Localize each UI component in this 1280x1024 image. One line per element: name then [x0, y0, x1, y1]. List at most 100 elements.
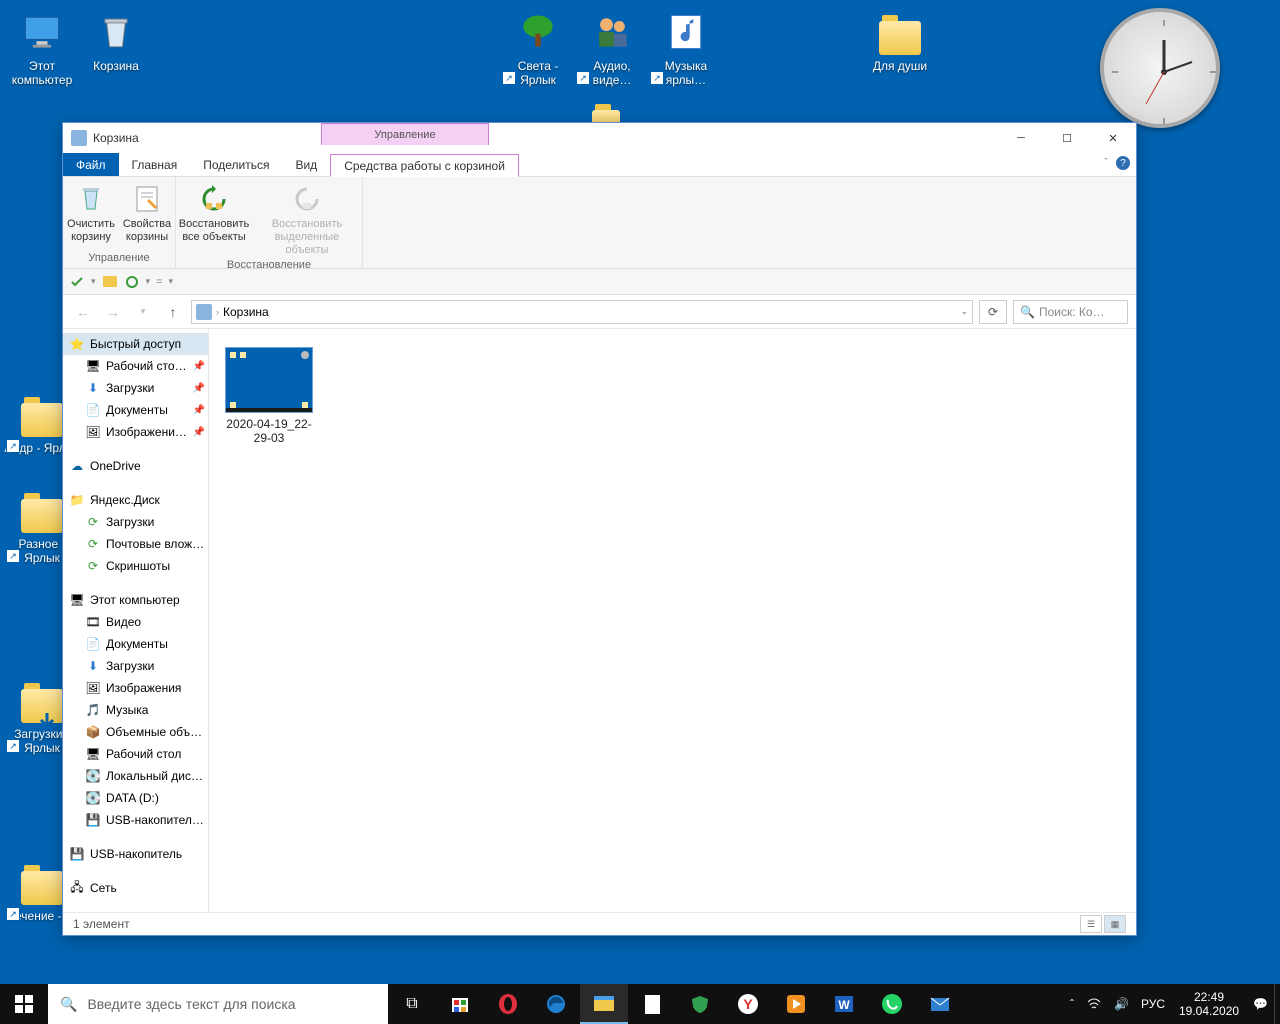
- taskbar-app-yandex[interactable]: Y: [724, 984, 772, 1024]
- quick-access-toolbar: ▾ ▾ = ▾: [63, 269, 1136, 295]
- taskbar-app-store[interactable]: [436, 984, 484, 1024]
- desktop-icon-sveta[interactable]: ↗ Света - Ярлык: [500, 8, 576, 87]
- tree-this-pc[interactable]: 🖥Этот компьютер: [63, 589, 208, 611]
- start-button[interactable]: [0, 984, 48, 1024]
- tree-item[interactable]: 📄Документы: [63, 633, 208, 655]
- tree-onedrive[interactable]: ☁OneDrive: [63, 455, 208, 477]
- tree-item[interactable]: 💽DATA (D:): [63, 787, 208, 809]
- tree-network[interactable]: 🖧Сеть: [63, 877, 208, 899]
- empty-recycle-bin-button[interactable]: Очистить корзину: [63, 177, 119, 250]
- address-dropdown-button[interactable]: ⌄: [960, 306, 968, 317]
- tree-item[interactable]: ⟳Скриншоты: [63, 555, 208, 577]
- taskbar-app-whatsapp[interactable]: [868, 984, 916, 1024]
- tree-yandex-disk[interactable]: 📁Яндекс.Диск: [63, 489, 208, 511]
- tree-usb-drive[interactable]: 💾USB-накопитель: [63, 843, 208, 865]
- breadcrumb-item[interactable]: Корзина: [223, 305, 269, 319]
- tree-item[interactable]: 💽Локальный дис…: [63, 765, 208, 787]
- tree-item[interactable]: 🖼Изображения: [63, 677, 208, 699]
- task-view-button[interactable]: ⧉: [388, 984, 436, 1024]
- refresh-button[interactable]: ⟳: [979, 300, 1007, 324]
- drive-icon: 💽: [85, 768, 101, 784]
- tray-wifi-icon[interactable]: [1080, 984, 1108, 1024]
- tree-item[interactable]: 🖼Изображени…📌: [63, 421, 208, 443]
- status-item-count: 1 элемент: [73, 917, 130, 931]
- tree-item[interactable]: 🖥Рабочий стол: [63, 743, 208, 765]
- tree-item[interactable]: ⬇Загрузки: [63, 655, 208, 677]
- help-button[interactable]: ?: [1116, 156, 1130, 170]
- tree-item[interactable]: ⟳Почтовые влож…: [63, 533, 208, 555]
- nav-back-button[interactable]: ←: [71, 300, 95, 324]
- restore-selected-icon: [291, 183, 323, 215]
- tree-item[interactable]: 🎞Видео: [63, 611, 208, 633]
- desktop-icon-audio-video[interactable]: ↗ Аудио, виде…: [574, 8, 650, 87]
- maximize-button[interactable]: ☐: [1044, 123, 1090, 153]
- taskbar-search-input[interactable]: 🔍 Введите здесь текст для поиска: [48, 984, 388, 1024]
- tree-quick-access[interactable]: ⭐Быстрый доступ: [63, 333, 208, 355]
- analog-clock-widget[interactable]: [1100, 8, 1220, 128]
- tab-view[interactable]: Вид: [282, 153, 330, 176]
- search-input[interactable]: 🔍 Поиск: Ко…: [1013, 300, 1128, 324]
- restore-all-button[interactable]: Восстановить все объекты: [176, 177, 252, 257]
- tray-language[interactable]: РУС: [1135, 984, 1171, 1024]
- taskbar-app-word[interactable]: W: [820, 984, 868, 1024]
- file-list[interactable]: 2020-04-19_22-29-03: [209, 329, 1136, 912]
- star-icon: ⭐: [69, 336, 85, 352]
- minimize-button[interactable]: ─: [998, 123, 1044, 153]
- collapse-ribbon-button[interactable]: ˆ: [1104, 157, 1108, 169]
- window-title: Корзина: [93, 131, 139, 145]
- nav-forward-button[interactable]: →: [101, 300, 125, 324]
- tab-home[interactable]: Главная: [119, 153, 191, 176]
- taskbar-app-mediaplayer[interactable]: [772, 984, 820, 1024]
- monitor-icon: [18, 8, 66, 56]
- usb-icon: 💾: [85, 812, 101, 828]
- tree-item[interactable]: 📦Объемные объ…: [63, 721, 208, 743]
- contextual-tab-manage[interactable]: Управление: [321, 123, 489, 145]
- file-item[interactable]: 2020-04-19_22-29-03: [221, 347, 317, 445]
- desktop-icon-music[interactable]: ↗ Музыка ярлы…: [648, 8, 724, 87]
- taskbar-app-antivirus[interactable]: [676, 984, 724, 1024]
- qat-folder-icon[interactable]: [102, 274, 118, 290]
- tray-clock[interactable]: 22:49 19.04.2020: [1171, 990, 1247, 1018]
- taskbar-app-notepad[interactable]: [628, 984, 676, 1024]
- ribbon-group-label: Управление: [63, 250, 175, 268]
- navigation-tree[interactable]: ⭐Быстрый доступ 🖥Рабочий сто…📌 ⬇Загрузки…: [63, 329, 209, 912]
- music-icon: 🎵: [85, 702, 101, 718]
- tab-file[interactable]: Файл: [63, 153, 119, 176]
- tray-notifications-button[interactable]: 💬: [1247, 984, 1274, 1024]
- tray-volume-icon[interactable]: 🔊: [1108, 984, 1135, 1024]
- tree-item[interactable]: ⟳Загрузки: [63, 511, 208, 533]
- document-icon: 📄: [85, 402, 101, 418]
- titlebar[interactable]: Корзина Управление ─ ☐ ✕: [63, 123, 1136, 153]
- folder-icon: ↗: [18, 858, 66, 906]
- tree-item[interactable]: 🖥Рабочий сто…📌: [63, 355, 208, 377]
- nav-recent-button[interactable]: ▾: [131, 300, 155, 324]
- view-details-button[interactable]: ☰: [1080, 915, 1102, 933]
- desktop-icon-dlya-dushi[interactable]: Для души: [862, 8, 938, 73]
- shortcut-arrow-icon: ↗: [6, 439, 20, 453]
- taskbar-app-edge[interactable]: [532, 984, 580, 1024]
- close-button[interactable]: ✕: [1090, 123, 1136, 153]
- qat-properties-icon[interactable]: [124, 274, 140, 290]
- cube-icon: 📦: [85, 724, 101, 740]
- taskbar-app-explorer[interactable]: [580, 984, 628, 1024]
- show-desktop-button[interactable]: [1274, 984, 1280, 1024]
- view-icons-button[interactable]: ▦: [1104, 915, 1126, 933]
- desktop-icon-this-pc[interactable]: Этот компьютер: [4, 8, 80, 87]
- taskbar-app-opera[interactable]: [484, 984, 532, 1024]
- tray-overflow-button[interactable]: ˆ: [1064, 984, 1080, 1024]
- recycle-bin-properties-button[interactable]: Свойства корзины: [119, 177, 175, 250]
- desktop-icon-label: Корзина: [78, 59, 154, 73]
- svg-text:Y: Y: [743, 996, 753, 1012]
- tree-item[interactable]: 📄Документы📌: [63, 399, 208, 421]
- nav-up-button[interactable]: ↑: [161, 300, 185, 324]
- tree-item[interactable]: 💾USB-накопител…: [63, 809, 208, 831]
- address-bar[interactable]: › Корзина ⌄: [191, 300, 973, 324]
- tree-item[interactable]: 🎵Музыка: [63, 699, 208, 721]
- tab-share[interactable]: Поделиться: [190, 153, 282, 176]
- tab-recycle-tools[interactable]: Средства работы с корзиной: [330, 154, 519, 177]
- qat-check-icon[interactable]: [69, 274, 85, 290]
- taskbar-app-mail[interactable]: [916, 984, 964, 1024]
- desktop-icon-recycle-bin[interactable]: Корзина: [78, 8, 154, 73]
- folder-icon: ↗: [18, 486, 66, 534]
- tree-item[interactable]: ⬇Загрузки📌: [63, 377, 208, 399]
